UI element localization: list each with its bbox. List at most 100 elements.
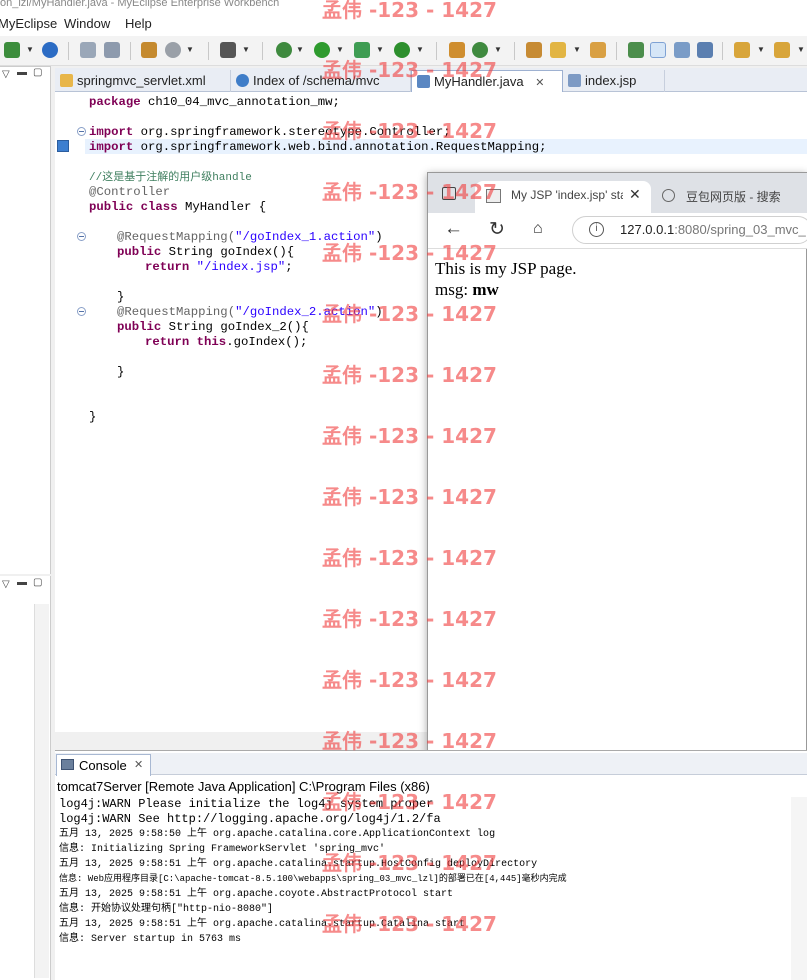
camera-icon[interactable] — [220, 42, 236, 58]
tab-console[interactable]: Console ✕ — [56, 754, 151, 776]
console-icon — [61, 759, 74, 770]
toolbar-separator — [208, 42, 209, 60]
tab-label: Index of /schema/mvc — [253, 73, 380, 88]
chevron-down-icon[interactable]: ▼ — [797, 45, 805, 54]
toolbar-separator — [514, 42, 515, 60]
fold-toggle-icon[interactable] — [77, 127, 86, 136]
info-icon[interactable]: i — [589, 222, 604, 237]
browser-tab-doubao[interactable]: 豆包网页版 - 搜索 — [656, 181, 807, 213]
close-icon[interactable]: ✕ — [535, 77, 544, 89]
globe-icon[interactable] — [42, 42, 58, 58]
menubar: MyEclipse Window Help — [0, 14, 807, 36]
toolbar-separator — [436, 42, 437, 60]
home-icon[interactable]: ⌂ — [533, 220, 543, 238]
chevron-down-icon[interactable]: ▼ — [242, 45, 250, 54]
console-line: 信息: Initializing Spring FrameworkServlet… — [59, 844, 386, 855]
refactor-icon[interactable] — [80, 42, 96, 58]
console-line: log4j:WARN Please initialize the log4j s… — [59, 797, 434, 811]
new-class-icon[interactable] — [472, 42, 488, 58]
minimize-icon[interactable]: ▬ — [17, 577, 27, 588]
tab-index-schema-mvc[interactable]: Index of /schema/mvc — [231, 70, 411, 92]
chevron-down-icon[interactable]: ▼ — [416, 45, 424, 54]
maximize-icon[interactable]: ▢ — [33, 67, 42, 78]
window-titlebar: on_lzl/MyHandler.java - MyEclipse Enterp… — [0, 0, 807, 14]
code-line: public String goIndex_2(){ — [117, 320, 309, 334]
run-icon[interactable] — [314, 42, 330, 58]
code-line: public String goIndex(){ — [117, 245, 295, 259]
tab-label: MyHandler.java — [434, 74, 524, 89]
run-config-icon[interactable] — [354, 42, 370, 58]
server-icon[interactable] — [141, 42, 157, 58]
xml-file-icon — [60, 74, 73, 87]
code-line: import org.springframework.stereotype.Co… — [89, 125, 451, 139]
menu-help[interactable]: Help — [125, 16, 152, 31]
block-selection-icon[interactable] — [674, 42, 690, 58]
chevron-down-icon[interactable]: ▼ — [186, 45, 194, 54]
fold-toggle-icon[interactable] — [77, 307, 86, 316]
code-line: import org.springframework.web.bind.anno… — [89, 140, 547, 154]
page-msg-line: msg: mw — [435, 280, 499, 299]
console-process-label: tomcat7Server [Remote Java Application] … — [57, 779, 430, 794]
tab-springmvc-servlet[interactable]: springmvc_servlet.xml — [55, 70, 231, 92]
undo-icon[interactable] — [104, 42, 120, 58]
back-icon[interactable]: ← — [444, 218, 463, 240]
refresh-icon[interactable]: ↻ — [489, 218, 505, 241]
code-line: return this.goIndex(); — [145, 335, 308, 349]
open-task-icon[interactable] — [590, 42, 606, 58]
gear-icon[interactable] — [165, 42, 181, 58]
tab-myhandler-java[interactable]: MyHandler.java ✕ — [411, 70, 563, 92]
new-java-project-icon[interactable] — [449, 42, 465, 58]
console-line: 五月 13, 2025 9:58:50 上午 org.apache.catali… — [59, 829, 496, 840]
page-text-line: This is my JSP page. — [435, 259, 577, 278]
show-whitespace-icon[interactable] — [697, 42, 713, 58]
new-project-icon[interactable] — [4, 42, 20, 58]
address-bar[interactable]: i 127.0.0.1:8080/spring_03_mvc_ — [572, 216, 807, 244]
console-tab-bar — [55, 753, 807, 775]
browser-tab-index-jsp[interactable]: My JSP 'index.jsp' sta ✕ — [475, 181, 651, 213]
code-line: @RequestMapping("/goIndex_1.action") — [117, 230, 383, 244]
chevron-down-icon[interactable]: ▼ — [376, 45, 384, 54]
mark-occurrences-icon[interactable] — [650, 42, 666, 58]
window-title: on_lzl/MyHandler.java - MyEclipse Enterp… — [0, 0, 280, 9]
bookmark-marker-icon — [57, 140, 69, 152]
previous-edit-icon[interactable] — [774, 42, 790, 58]
maximize-icon[interactable]: ▢ — [33, 577, 42, 588]
scrollbar[interactable] — [791, 797, 807, 980]
close-icon[interactable]: ✕ — [134, 758, 143, 771]
view-menu-icon[interactable]: ▽ — [2, 579, 10, 590]
main-toolbar: ▼ ▼ ▼ ▼ ▼ ▼ ▼ ▼ ▼ ▼ ▼ — [0, 36, 807, 66]
editor-tab-bar: springmvc_servlet.xml Index of /schema/m… — [55, 68, 807, 92]
open-type-icon[interactable] — [526, 42, 542, 58]
close-icon[interactable]: ✕ — [629, 186, 641, 203]
search-icon[interactable] — [550, 42, 566, 58]
chevron-down-icon[interactable]: ▼ — [494, 45, 502, 54]
tab-label: springmvc_servlet.xml — [77, 73, 206, 88]
minimize-icon[interactable]: ▬ — [17, 67, 27, 78]
editor-gutter — [55, 92, 85, 732]
browser-tab-title: My JSP 'index.jsp' sta — [511, 188, 623, 202]
console-line: 信息: Server startup in 5763 ms — [59, 934, 242, 945]
jsp-file-icon — [568, 74, 581, 87]
search-icon — [662, 189, 675, 202]
external-tools-icon[interactable] — [394, 42, 410, 58]
next-edit-icon[interactable] — [734, 42, 750, 58]
java-file-icon — [417, 75, 430, 88]
fold-toggle-icon[interactable] — [77, 232, 86, 241]
menu-myeclipse[interactable]: MyEclipse — [0, 16, 57, 31]
console-line: 五月 13, 2025 9:58:51 上午 org.apache.coyote… — [59, 889, 454, 900]
chevron-down-icon[interactable]: ▼ — [336, 45, 344, 54]
scrollbar[interactable] — [34, 604, 49, 978]
next-annotation-icon[interactable] — [628, 42, 644, 58]
view-menu-icon[interactable]: ▽ — [2, 69, 10, 80]
browser-page-content: This is my JSP page. msg: mw — [435, 258, 577, 300]
debug-icon[interactable] — [276, 42, 292, 58]
chevron-down-icon[interactable]: ▼ — [296, 45, 304, 54]
chevron-down-icon[interactable]: ▼ — [26, 45, 34, 54]
chevron-down-icon[interactable]: ▼ — [757, 45, 765, 54]
tab-index-jsp[interactable]: index.jsp — [563, 70, 665, 92]
menu-window[interactable]: Window — [64, 16, 110, 31]
tab-actions-icon[interactable] — [442, 187, 456, 200]
code-comment: //这是基于注解的用户级handle — [89, 172, 252, 184]
chevron-down-icon[interactable]: ▼ — [573, 45, 581, 54]
left-view-panel: ▽ ▬ ▢ — [0, 66, 51, 574]
